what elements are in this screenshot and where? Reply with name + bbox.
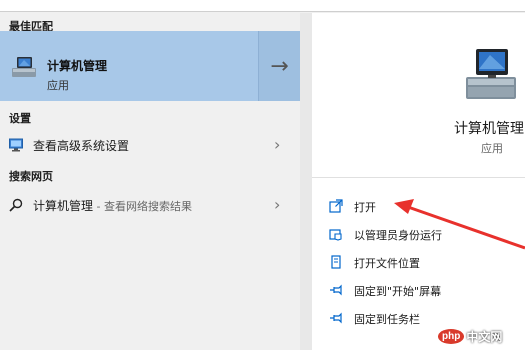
- settings-item-label: 查看高级系统设置: [33, 139, 130, 153]
- web-search-query: 计算机管理: [33, 199, 94, 213]
- action-open-file-location-label: 打开文件位置: [354, 257, 420, 270]
- run-as-admin-icon: [329, 229, 342, 241]
- action-pin-start[interactable]: 固定到"开始"屏幕: [312, 276, 525, 304]
- web-search-item[interactable]: 计算机管理 - 查看网络搜索结果 ›: [0, 190, 300, 220]
- web-search-hint: - 查看网络搜索结果: [93, 200, 192, 213]
- action-open[interactable]: 打开: [312, 192, 525, 220]
- action-pin-start-label: 固定到"开始"屏幕: [354, 285, 442, 298]
- web-search-header: 搜索网页: [9, 170, 53, 183]
- best-match-subtitle: 应用: [47, 79, 69, 92]
- settings-header: 设置: [9, 112, 31, 125]
- action-open-label: 打开: [354, 201, 376, 214]
- action-run-as-admin[interactable]: 以管理员身份运行: [312, 220, 525, 248]
- computer-management-icon: [12, 57, 36, 77]
- chevron-right-icon[interactable]: ›: [274, 195, 280, 214]
- computer-management-large-icon: [466, 49, 516, 99]
- monitor-settings-icon: [9, 138, 23, 152]
- web-search-label: 计算机管理 - 查看网络搜索结果: [33, 197, 192, 214]
- watermark-text: 中文网: [466, 330, 503, 344]
- search-icon: [9, 198, 23, 212]
- action-open-file-location[interactable]: 打开文件位置: [312, 248, 525, 276]
- file-location-icon: [331, 255, 341, 269]
- pin-icon: [330, 312, 342, 324]
- best-match-main[interactable]: 计算机管理 应用: [0, 31, 258, 101]
- preview-app-subtitle: 应用: [481, 142, 503, 155]
- watermark: php 中文网: [438, 328, 502, 345]
- watermark-logo: php: [438, 329, 465, 344]
- chevron-right-icon[interactable]: ›: [274, 135, 280, 154]
- action-run-as-admin-label: 以管理员身份运行: [354, 229, 442, 242]
- pin-icon: [330, 284, 342, 296]
- top-edge: [0, 0, 525, 12]
- best-match-item[interactable]: 计算机管理 应用 →: [0, 31, 300, 101]
- settings-item-advanced-system[interactable]: 查看高级系统设置 ›: [0, 130, 300, 160]
- preview-app-title: 计算机管理: [454, 121, 524, 137]
- arrow-right-icon[interactable]: →: [258, 31, 300, 101]
- open-icon: [329, 199, 343, 213]
- action-pin-taskbar-label: 固定到任务栏: [354, 313, 420, 326]
- pane-separator: [300, 13, 312, 350]
- best-match-title: 计算机管理: [47, 59, 108, 73]
- preview-divider: [312, 177, 525, 178]
